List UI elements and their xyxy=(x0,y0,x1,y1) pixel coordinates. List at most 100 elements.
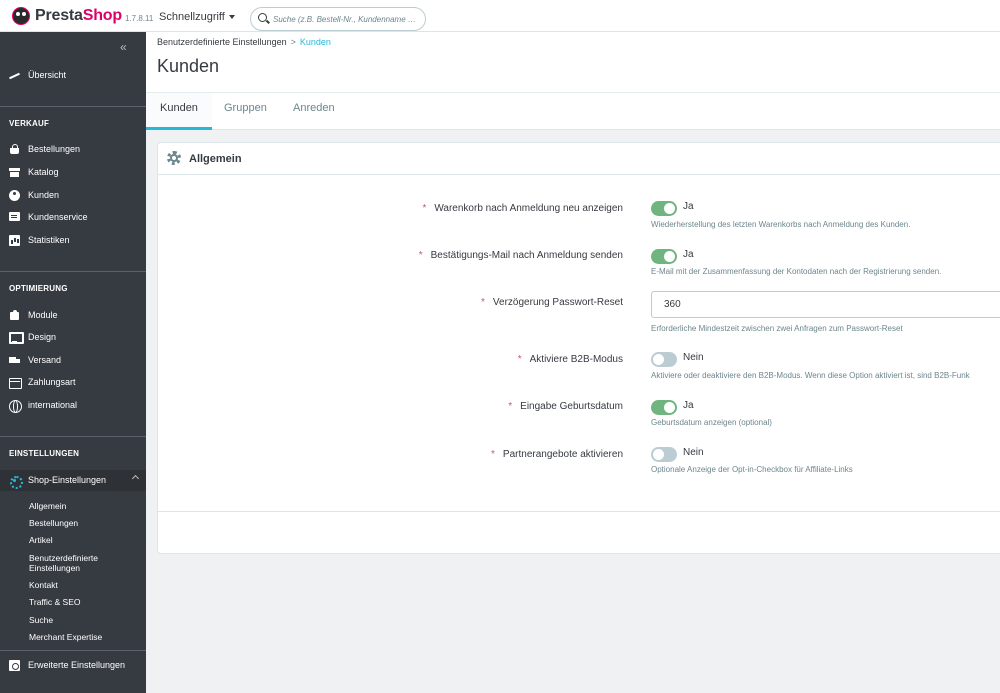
collapse-sidebar-icon[interactable]: « xyxy=(120,40,127,54)
breadcrumb-parent[interactable]: Benutzerdefinierte Einstellungen xyxy=(157,37,287,47)
sidebar-item-advanced-settings[interactable]: Erweiterte Einstellungen xyxy=(0,655,146,675)
gear-icon xyxy=(167,151,181,165)
sidebar-item-label: Übersicht xyxy=(28,70,67,80)
sidebar-item-shop-settings[interactable]: Shop-Einstellungen xyxy=(0,470,146,490)
sidebar-item-customers[interactable]: Kunden xyxy=(0,185,146,205)
breadcrumb: Benutzerdefinierte Einstellungen > Kunden xyxy=(157,37,331,47)
required-marker: * xyxy=(418,250,423,261)
logo-text: PrestaShop xyxy=(35,7,122,24)
sidebar-item-overview[interactable]: Übersicht xyxy=(0,65,146,85)
required-marker: * xyxy=(491,449,495,460)
toggle-knob xyxy=(664,203,675,214)
field-label-text: Verzögerung Passwort-Reset xyxy=(492,297,623,308)
search-box[interactable] xyxy=(250,7,426,31)
sidebar-item-catalog[interactable]: Katalog xyxy=(0,162,146,182)
help-text: E-Mail mit der Zusammenfassung der Konto… xyxy=(651,267,942,276)
settings-panel: Allgemein * Warenkorb nach Anmeldung neu … xyxy=(157,142,1000,554)
field-label: * Eingabe Geburtsdatum xyxy=(508,401,623,412)
sidebar-item-modules[interactable]: Module xyxy=(0,305,146,325)
help-text: Wiederherstellung des letzten Warenkorbs… xyxy=(651,220,911,229)
toggle-knob xyxy=(664,402,675,413)
sidebar-item-payment[interactable]: Zahlungsart xyxy=(0,372,146,392)
toggle-switch-birthdate[interactable] xyxy=(651,400,677,415)
field-label: * Partnerangebote aktivieren xyxy=(491,449,623,460)
toggle-switch-confirmation-mail[interactable] xyxy=(651,249,677,264)
chevron-up-icon xyxy=(131,474,140,483)
sidebar-subitem-traffic-seo[interactable]: Traffic & SEO xyxy=(29,597,81,607)
section-title-einstellungen: EINSTELLUNGEN xyxy=(9,449,80,458)
field-label: * Verzögerung Passwort-Reset xyxy=(481,297,623,308)
tab-bar: Kunden Gruppen Anreden xyxy=(146,92,1000,130)
sidebar-subitem-products[interactable]: Artikel xyxy=(29,535,53,545)
required-marker: * xyxy=(508,401,513,412)
toggle-knob xyxy=(664,251,675,262)
sidebar-item-label: Katalog xyxy=(28,167,59,177)
credit-card-icon xyxy=(9,377,22,389)
toggle-switch-b2b-mode[interactable] xyxy=(651,352,677,367)
tab-customers[interactable]: Kunden xyxy=(146,93,212,130)
sidebar-divider xyxy=(0,106,146,107)
sidebar-subitem-merchant-expertise[interactable]: Merchant Expertise xyxy=(29,632,102,642)
sidebar-item-label: Design xyxy=(28,332,57,342)
toggle-state-label: Ja xyxy=(683,400,694,411)
globe-icon xyxy=(9,399,22,413)
toggle-switch-partner-offers[interactable] xyxy=(651,447,677,462)
quick-access-label: Schnellzugriff xyxy=(159,11,225,23)
required-marker: * xyxy=(517,354,522,365)
truck-icon xyxy=(9,355,20,366)
field-label: * Warenkorb nach Anmeldung neu anzeigen xyxy=(422,203,623,214)
help-text: Erforderliche Mindestzeit zwischen zwei … xyxy=(651,324,903,333)
toggle-switch-cart-reload[interactable] xyxy=(651,201,677,216)
sidebar-item-label: Zahlungsart xyxy=(28,377,76,387)
sidebar: « Übersicht VERKAUF Bestellungen Katalog… xyxy=(0,32,146,693)
sidebar-subitem-custom-settings[interactable]: Benutzerdefinierte Einstellungen xyxy=(29,553,129,573)
tab-titles[interactable]: Anreden xyxy=(279,93,349,130)
sidebar-item-international[interactable]: international xyxy=(0,395,146,415)
sidebar-divider xyxy=(0,436,146,437)
sidebar-item-customer-service[interactable]: Kundenservice xyxy=(0,207,146,227)
breadcrumb-current[interactable]: Kunden xyxy=(300,37,331,47)
search-input[interactable] xyxy=(273,12,421,26)
help-text: Aktiviere oder deaktiviere den B2B-Modus… xyxy=(651,371,970,380)
toggle-state-label: Nein xyxy=(683,352,704,363)
sidebar-item-label: Kunden xyxy=(28,190,60,200)
panel-footer-divider xyxy=(158,511,1000,512)
required-marker: * xyxy=(422,203,427,214)
help-text: Geburtsdatum anzeigen (optional) xyxy=(651,418,772,427)
help-text: Optionale Anzeige der Opt-in-Checkbox fü… xyxy=(651,465,853,474)
sidebar-subitem-orders[interactable]: Bestellungen xyxy=(29,518,78,528)
sidebar-item-label: Statistiken xyxy=(28,235,70,245)
sidebar-item-label: Erweiterte Einstellungen xyxy=(28,660,126,670)
field-label-text: Partnerangebote aktivieren xyxy=(502,449,623,460)
sidebar-item-orders[interactable]: Bestellungen xyxy=(0,139,146,159)
trending-up-icon xyxy=(9,70,20,81)
field-label-text: Warenkorb nach Anmeldung neu anzeigen xyxy=(434,203,623,214)
field-label: * Aktiviere B2B-Modus xyxy=(518,354,623,365)
sidebar-item-statistics[interactable]: Statistiken xyxy=(0,230,146,250)
password-reset-delay-input[interactable] xyxy=(651,291,1000,318)
toggle-state-label: Nein xyxy=(683,447,704,458)
sidebar-item-label: Shop-Einstellungen xyxy=(28,475,107,485)
version-label: 1.7.8.11 xyxy=(125,14,154,23)
store-icon xyxy=(9,167,20,178)
section-title-verkauf: VERKAUF xyxy=(9,119,50,128)
toggle-knob xyxy=(653,354,664,365)
bar-chart-icon xyxy=(9,234,20,246)
sidebar-subitem-contact[interactable]: Kontakt xyxy=(29,580,58,590)
page-header: Benutzerdefinierte Einstellungen > Kunden … xyxy=(146,32,1000,92)
sidebar-divider xyxy=(0,650,146,651)
sidebar-item-label: Versand xyxy=(28,355,62,365)
tab-groups[interactable]: Gruppen xyxy=(210,93,281,130)
sidebar-item-design[interactable]: Design xyxy=(0,327,146,347)
sidebar-subitem-search[interactable]: Suche xyxy=(29,615,53,625)
basket-icon xyxy=(9,143,20,155)
chat-icon xyxy=(9,211,20,223)
quick-access-dropdown[interactable]: Schnellzugriff xyxy=(159,11,235,23)
sidebar-item-shipping[interactable]: Versand xyxy=(0,350,146,370)
prestashop-logo[interactable]: PrestaShop xyxy=(12,7,122,25)
sidebar-item-label: Kundenservice xyxy=(28,212,88,222)
sidebar-subitem-general[interactable]: Allgemein xyxy=(29,501,66,511)
search-icon xyxy=(258,13,267,22)
sidebar-item-label: Bestellungen xyxy=(28,144,81,154)
breadcrumb-separator: > xyxy=(290,37,296,47)
